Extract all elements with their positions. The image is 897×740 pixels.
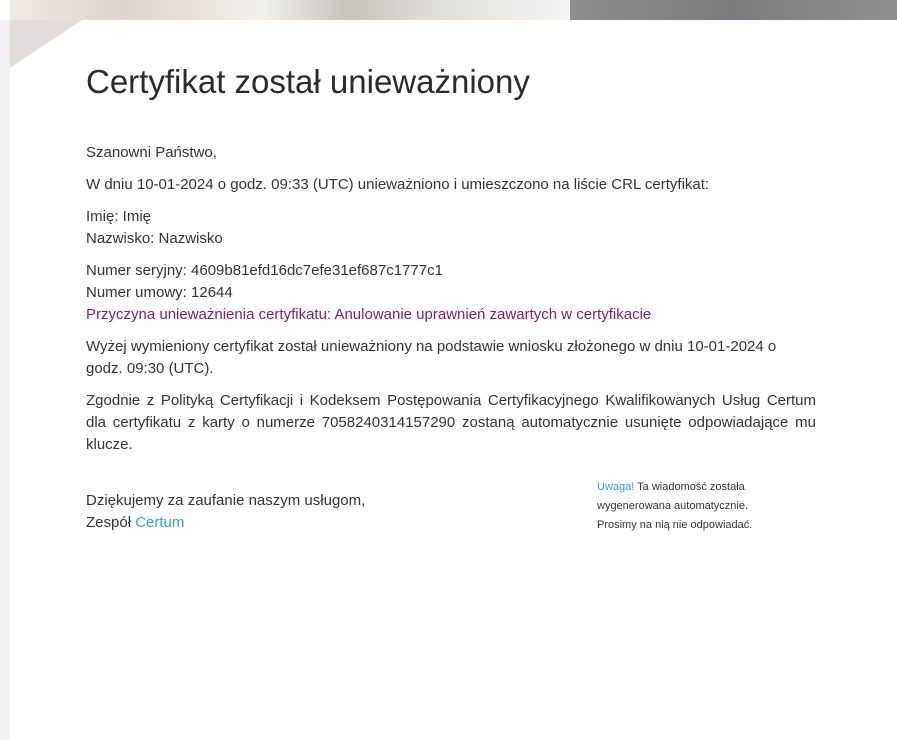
header-fold-decoration (10, 20, 82, 68)
holder-details: Imię: Imię Nazwisko: Nazwisko (86, 206, 816, 250)
request-paragraph: Wyżej wymieniony certyfikat został uniew… (86, 338, 777, 377)
revocation-reason: Przyczyna unieważnienia certyfikatu: Anu… (86, 306, 652, 323)
policy-paragraph: Zgodnie z Polityką Certyfikacji i Kodeks… (86, 392, 816, 453)
greeting: Szanowni Państwo, (86, 144, 217, 161)
note-line-3: Prosimy na nią nie odpowiadać. (597, 519, 753, 531)
thanks-text: Dziękujemy za zaufanie naszym usługom, (86, 492, 366, 509)
header-grey-block (570, 0, 897, 20)
certum-link[interactable]: Certum (135, 514, 184, 531)
message-body: Certyfikat został unieważniony Szanowni … (86, 60, 816, 548)
footer: Dziękujemy za zaufanie naszym usługom, Z… (86, 478, 816, 548)
first-name: Imię: Imię (86, 208, 152, 225)
note-line-1: Ta wiadomość została (637, 481, 745, 493)
note-label: Uwaga! (597, 481, 635, 493)
team-prefix: Zespół (86, 514, 132, 531)
signature: Dziękujemy za zaufanie naszym usługom, Z… (86, 490, 446, 534)
page-title: Certyfikat został unieważniony (86, 63, 530, 100)
note-line-2: wygenerowana automatycznie. (597, 500, 749, 512)
header-banner (0, 0, 897, 20)
last-name: Nazwisko: Nazwisko (86, 230, 223, 247)
left-border (0, 0, 10, 740)
contract-number: Numer umowy: 12644 (86, 284, 233, 301)
header-photo (10, 0, 570, 20)
auto-message-note: Uwaga! Ta wiadomość została wygenerowana… (597, 478, 837, 535)
intro-paragraph: W dniu 10-01-2024 o godz. 09:33 (UTC) un… (86, 176, 710, 193)
certificate-details: Numer seryjny: 4609b81efd16dc7efe31ef687… (86, 260, 816, 326)
email-message: Certyfikat został unieważniony Szanowni … (0, 0, 897, 740)
serial-number: Numer seryjny: 4609b81efd16dc7efe31ef687… (86, 262, 443, 279)
